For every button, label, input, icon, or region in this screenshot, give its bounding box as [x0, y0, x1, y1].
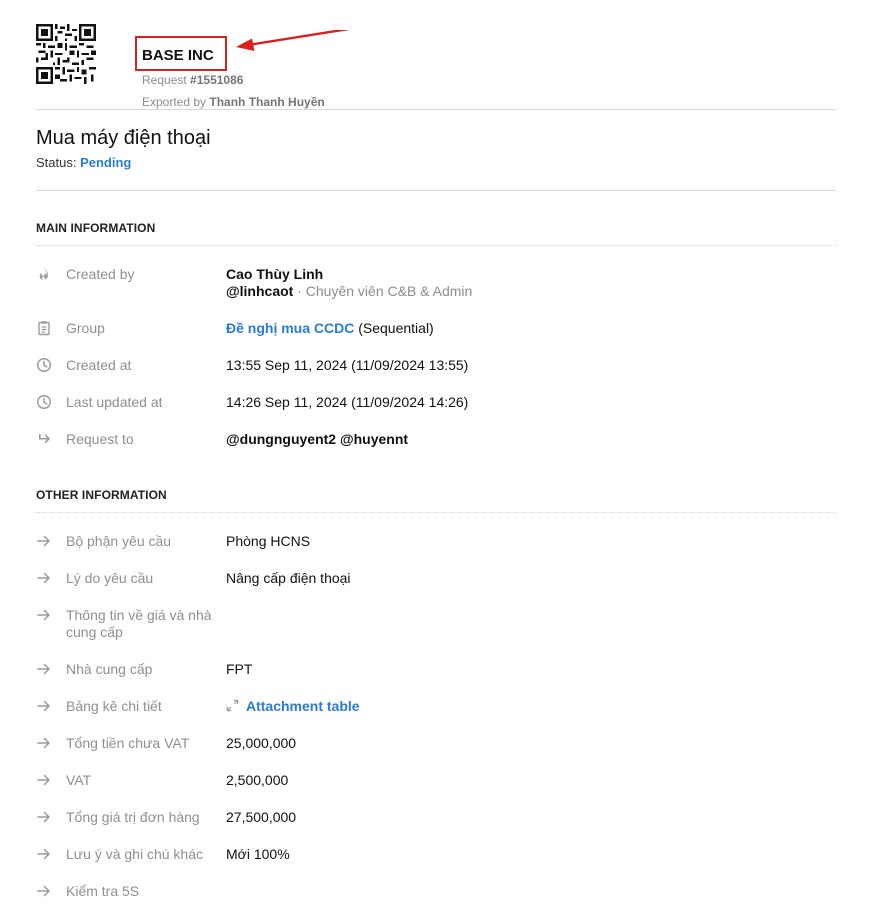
creator-name: Cao Thùy Linh	[226, 266, 324, 282]
field-value: Đề nghị mua CCDC (Sequential)	[226, 320, 434, 336]
field-value: Mới 100%	[226, 846, 290, 862]
qr-code-icon	[36, 24, 96, 84]
field-label: Thông tin về giá và nhà cung cấp	[66, 607, 212, 640]
field-label: Kiểm tra 5S	[66, 883, 140, 899]
field-value: FPT	[226, 661, 253, 677]
group-link[interactable]: Đề nghị mua CCDC	[226, 320, 354, 336]
flame-icon	[36, 266, 52, 282]
field-label: Lưu ý và ghi chú khác	[66, 846, 204, 862]
field-label: Tổng tiền chưa VAT	[66, 735, 190, 751]
section-title-main: MAIN INFORMATION	[36, 221, 156, 235]
arrow-right-icon	[36, 533, 52, 549]
field-value: 2,500,000	[226, 772, 289, 788]
request-id: Request #1551086	[142, 73, 244, 87]
field-value: 25,000,000	[226, 735, 297, 751]
expand-icon	[226, 698, 246, 714]
field-value: 14:26 Sep 11, 2024 (11/09/2024 14:26)	[226, 394, 469, 410]
field-value: Cao Thùy Linh @linhcaot · Chuyên viên C&…	[226, 266, 473, 299]
field-label: VAT	[66, 772, 92, 788]
field-value: 13:55 Sep 11, 2024 (11/09/2024 13:55)	[226, 357, 469, 373]
divider	[36, 512, 836, 513]
field-value[interactable]: @dungnguyent2 @huyennt	[226, 431, 408, 448]
field-label: Bảng kê chi tiết	[66, 698, 162, 714]
divider	[36, 109, 836, 110]
field-value: Phòng HCNS	[226, 533, 311, 549]
field-label: Request to	[66, 431, 134, 447]
arrow-right-icon	[36, 809, 52, 825]
clipboard-icon	[36, 320, 52, 336]
field-label: Nhà cung cấp	[66, 661, 153, 677]
forward-arrow-icon	[36, 431, 52, 447]
divider	[36, 190, 836, 191]
arrow-right-icon	[36, 883, 52, 899]
field-label: Created by	[66, 266, 135, 282]
field-label: Created at	[66, 357, 132, 373]
arrow-right-icon	[36, 570, 52, 586]
clock-icon	[36, 394, 52, 410]
creator-role: Chuyên viên C&B & Admin	[305, 283, 473, 299]
creator-handle[interactable]: @linhcaot	[226, 283, 293, 299]
arrow-right-icon	[36, 607, 52, 623]
page-title: Mua máy điện thoại	[36, 127, 211, 149]
divider	[36, 245, 836, 246]
annotation-arrow-icon	[236, 30, 350, 51]
export-header: BASE INC Request #1551086 Exported by Th…	[36, 22, 836, 109]
arrow-right-icon	[36, 735, 52, 751]
status-line: Status: Pending	[36, 155, 132, 170]
arrow-right-icon	[36, 698, 52, 714]
arrow-right-icon	[36, 846, 52, 862]
arrow-right-icon	[36, 772, 52, 788]
field-label: Tổng giá trị đơn hàng	[66, 809, 200, 825]
field-label: Bộ phận yêu cầu	[66, 533, 172, 549]
field-label: Lý do yêu cầu	[66, 570, 154, 586]
exported-by: Exported by Thanh Thanh Huyền	[142, 95, 325, 109]
status-badge: Pending	[80, 155, 132, 170]
attachment-table-label[interactable]: Attachment table	[246, 698, 360, 714]
field-label: Last updated at	[66, 394, 163, 410]
company-name: BASE INC	[142, 47, 214, 64]
clock-icon	[36, 357, 52, 373]
section-title-other: OTHER INFORMATION	[36, 488, 167, 502]
arrow-right-icon	[36, 661, 52, 677]
field-value: 27,500,000	[226, 809, 297, 825]
attachment-table-link[interactable]: Attachment table	[226, 698, 360, 715]
field-label: Group	[66, 320, 105, 336]
field-value: Nâng cấp điện thoại	[226, 570, 351, 586]
